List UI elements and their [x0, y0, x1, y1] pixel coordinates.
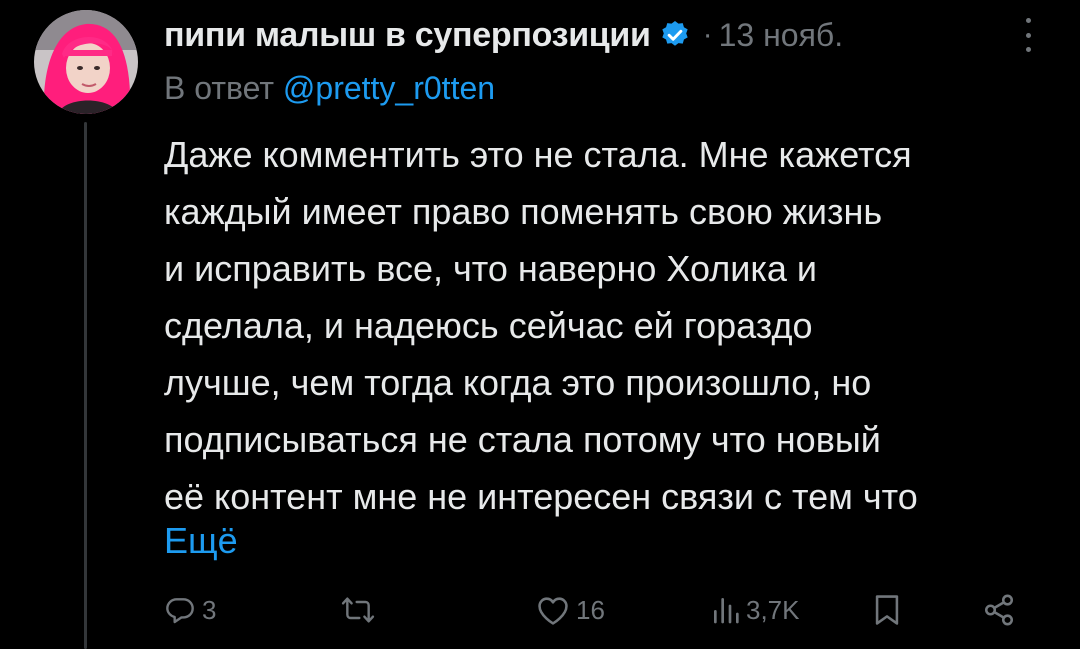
like-count: 16 [576, 594, 605, 625]
post-text-line: лучше, чем тогда когда это произошло, но [164, 362, 872, 403]
post-header: пипи малыш в суперпозиции · 13 нояб. [164, 10, 843, 60]
avatar[interactable] [34, 10, 138, 114]
share-icon [982, 593, 1016, 627]
reply-icon [164, 594, 196, 626]
post-text-line: подписываться не стала потому что новый [164, 419, 881, 460]
post-date[interactable]: 13 нояб. [719, 17, 844, 54]
bookmark-button[interactable] [872, 585, 902, 635]
post-text: Даже комментить это не стала. Мне кажетс… [164, 126, 1064, 525]
reply-handle-link[interactable]: @pretty_r0tten [283, 70, 495, 106]
share-button[interactable] [982, 585, 1016, 635]
post-text-line: сделала, и надеюсь сейчас ей гораздо [164, 305, 813, 346]
display-name[interactable]: пипи малыш в суперпозиции [164, 16, 651, 55]
action-bar: 3 16 3,7K [164, 585, 1044, 635]
bookmark-icon [872, 593, 902, 627]
post-text-line: её контент мне не интересен связи с тем … [164, 476, 918, 517]
reply-button[interactable]: 3 [164, 585, 216, 635]
reply-count: 3 [202, 594, 217, 625]
like-button[interactable]: 16 [536, 585, 605, 635]
show-more-link[interactable]: Ещё [164, 512, 238, 569]
post-text-line: Даже комментить это не стала. Мне кажетс… [164, 134, 912, 175]
views-icon [712, 594, 740, 626]
post-text-line: и исправить все, что наверно Холика и [164, 248, 818, 289]
separator-dot: · [702, 18, 713, 51]
retweet-button[interactable] [340, 585, 376, 635]
views-button[interactable]: 3,7K [712, 585, 800, 635]
reply-context: В ответ @pretty_r0tten [164, 70, 495, 107]
like-icon [536, 594, 570, 626]
retweet-icon [340, 594, 376, 626]
verified-badge-icon [659, 19, 691, 51]
views-count: 3,7K [746, 594, 800, 625]
post-text-line: каждый имеет право поменять свою жизнь [164, 191, 883, 232]
more-icon[interactable] [1016, 18, 1040, 52]
thread-line [84, 122, 87, 649]
reply-prefix: В ответ [164, 70, 275, 106]
